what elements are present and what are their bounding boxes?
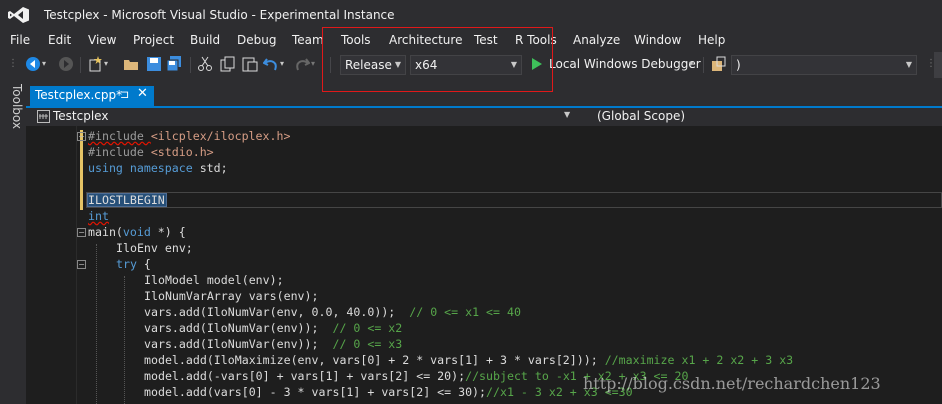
project-dropdown[interactable]: Testcplex ▼ bbox=[34, 108, 574, 126]
code-line[interactable]: using namespace std; bbox=[88, 160, 228, 176]
toolbar-overflow-button[interactable] bbox=[934, 52, 942, 78]
indent-guide bbox=[124, 276, 125, 404]
menu-build[interactable]: Build bbox=[190, 33, 220, 47]
code-line[interactable]: vars.add(IloNumVar(env, 0.0, 40.0)); // … bbox=[144, 304, 521, 320]
menu-edit[interactable]: Edit bbox=[48, 33, 71, 47]
chevron-down-icon: ▼ bbox=[564, 110, 571, 119]
new-project-icon[interactable] bbox=[88, 56, 104, 72]
menu-window[interactable]: Window bbox=[634, 33, 681, 47]
indent-guide bbox=[96, 244, 97, 404]
current-line-highlight bbox=[86, 192, 942, 208]
paste-icon[interactable] bbox=[242, 56, 258, 72]
find-combo[interactable]: ) ▼ bbox=[731, 55, 917, 75]
find-in-files-icon[interactable] bbox=[711, 56, 727, 72]
menu-view[interactable]: View bbox=[88, 33, 116, 47]
annotation-highlight-box bbox=[322, 27, 553, 92]
toolbar-grip-icon[interactable]: ⋮ bbox=[8, 56, 18, 72]
code-line[interactable]: main(void *) { bbox=[88, 224, 186, 240]
collapse-toggle-icon[interactable]: − bbox=[77, 228, 86, 237]
change-marker bbox=[80, 162, 83, 210]
editor-gutter bbox=[26, 126, 76, 404]
code-line[interactable]: IloNumVarArray vars(env); bbox=[144, 288, 319, 304]
code-line[interactable]: model.add(vars[0] - 3 * vars[1] + vars[2… bbox=[144, 384, 633, 400]
collapse-toggle-icon[interactable]: − bbox=[77, 260, 86, 269]
close-icon[interactable]: ✕ bbox=[137, 86, 148, 101]
title-bar: Testcplex - Microsoft Visual Studio - Ex… bbox=[0, 0, 942, 30]
code-line[interactable]: IloModel model(env); bbox=[144, 272, 284, 288]
navigate-forward-icon[interactable] bbox=[58, 56, 74, 72]
scope-dropdown[interactable]: (Global Scope) bbox=[578, 108, 942, 126]
code-line[interactable]: try { bbox=[116, 256, 151, 272]
save-all-icon[interactable] bbox=[166, 56, 182, 72]
window-title: Testcplex - Microsoft Visual Studio - Ex… bbox=[44, 8, 395, 22]
redo-icon[interactable] bbox=[294, 56, 310, 72]
menu-project[interactable]: Project bbox=[133, 33, 174, 47]
code-line[interactable]: #include <ilcplex/ilocplex.h> bbox=[88, 128, 290, 144]
code-line[interactable]: vars.add(IloNumVar(env)); // 0 <= x2 bbox=[144, 320, 402, 336]
menu-debug[interactable]: Debug bbox=[237, 33, 276, 47]
watermark-text: http://blog.csdn.net/rechardchen123 bbox=[583, 374, 881, 393]
menu-team[interactable]: Team bbox=[292, 33, 324, 47]
navigate-back-icon[interactable] bbox=[25, 56, 41, 72]
code-line[interactable]: model.add(IloMaximize(env, vars[0] + 2 *… bbox=[144, 352, 793, 368]
tab-label: Testcplex.cpp* bbox=[35, 88, 123, 102]
document-tab-strip bbox=[26, 86, 942, 106]
cpp-project-icon bbox=[37, 110, 50, 123]
scope-dropdown-label: (Global Scope) bbox=[597, 109, 686, 123]
chevron-down-icon: ▼ bbox=[905, 60, 912, 69]
copy-icon[interactable] bbox=[220, 56, 236, 72]
save-icon[interactable] bbox=[146, 56, 162, 72]
code-line[interactable]: vars.add(IloNumVar(env)); // 0 <= x3 bbox=[144, 336, 402, 352]
visual-studio-logo-icon bbox=[8, 7, 29, 23]
code-line[interactable]: #include <stdio.h> bbox=[88, 144, 214, 160]
code-line[interactable]: int bbox=[88, 208, 109, 224]
cut-icon[interactable] bbox=[197, 56, 213, 72]
start-debugger-button[interactable]: Local Windows Debugger bbox=[549, 57, 701, 71]
new-dropdown-icon[interactable]: ▾ bbox=[104, 56, 120, 72]
open-file-icon[interactable] bbox=[123, 56, 139, 72]
collapse-toggle-icon[interactable]: − bbox=[77, 132, 86, 141]
menu-analyze[interactable]: Analyze bbox=[573, 33, 620, 47]
find-combo-value: ) bbox=[736, 58, 741, 72]
toolbox-tab[interactable]: Toolbox bbox=[2, 84, 24, 134]
pin-icon[interactable]: ⊐ bbox=[120, 88, 129, 101]
back-dropdown-icon[interactable]: ▾ bbox=[42, 56, 58, 72]
menu-file[interactable]: File bbox=[10, 33, 30, 47]
code-line[interactable]: IloEnv env; bbox=[116, 240, 193, 256]
project-dropdown-label: Testcplex bbox=[53, 109, 109, 123]
undo-icon[interactable] bbox=[263, 56, 279, 72]
code-line[interactable]: ILOSTLBEGIN bbox=[88, 192, 165, 208]
tab-testcplex-cpp[interactable]: Testcplex.cpp* ⊐ ✕ bbox=[30, 86, 154, 106]
menu-help[interactable]: Help bbox=[698, 33, 725, 47]
